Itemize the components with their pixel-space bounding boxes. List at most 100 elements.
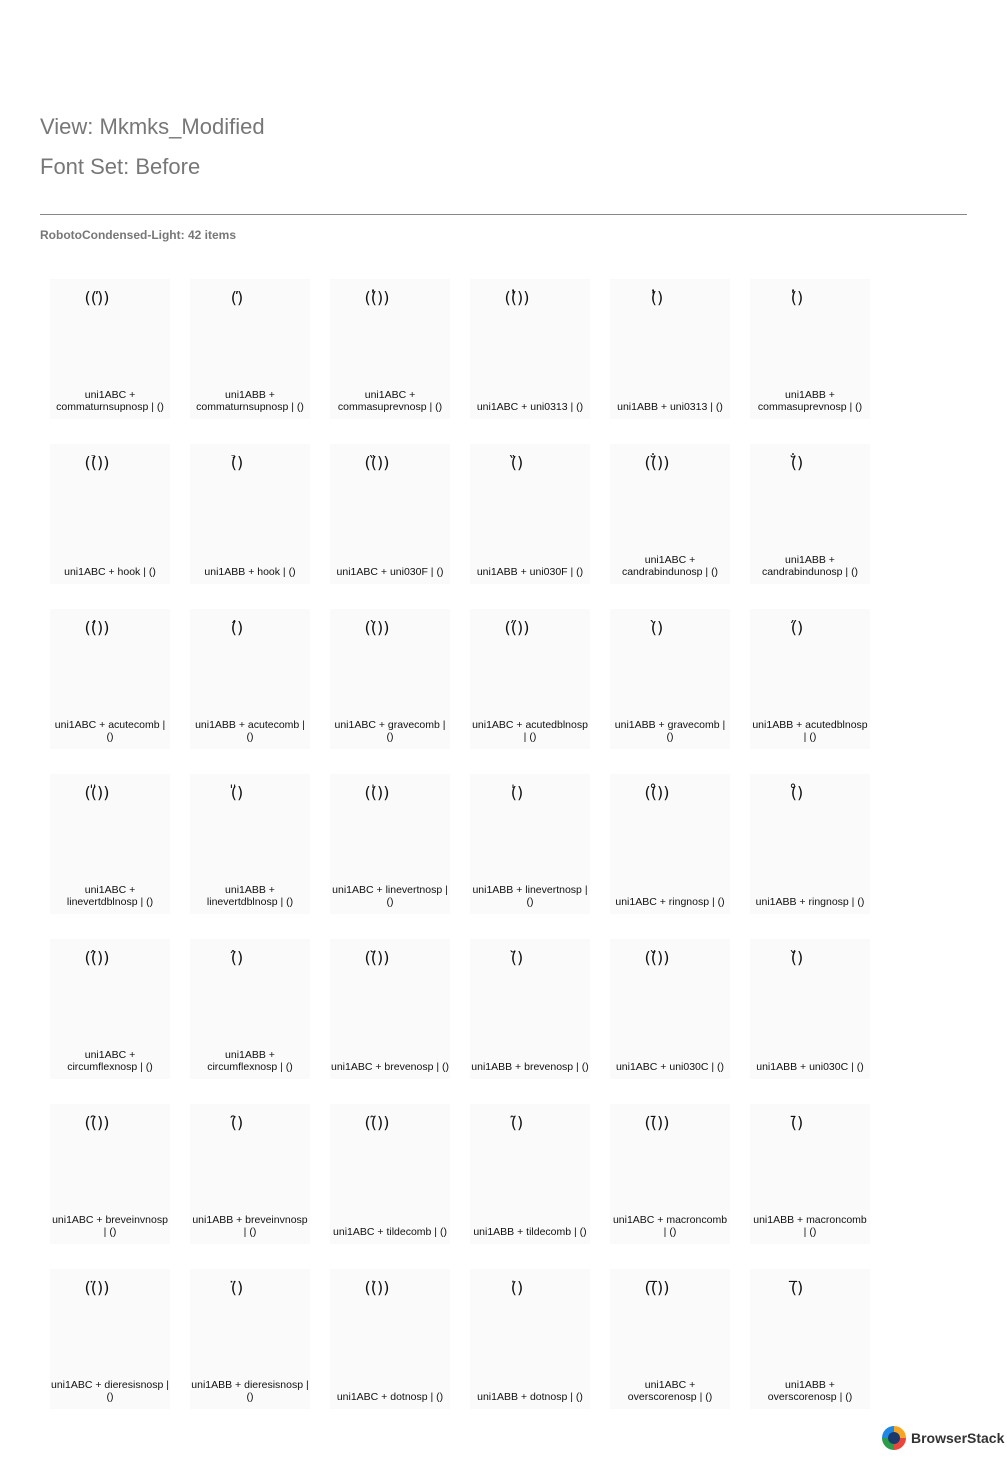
glyph-cell: ((̓)) uni1ABC + uni0313 | () [470, 279, 590, 419]
glyph-cell: (̄) uni1ABB + macroncomb | () [750, 1104, 870, 1244]
fontset-title: Font Set: Before [40, 154, 201, 179]
glyph-sample: (̃) [510, 1113, 524, 1132]
glyph-cell: ((́)) uni1ABC + acutecomb | () [50, 609, 170, 749]
view-title: View: Mkmks_Modified [40, 114, 265, 139]
glyph-cell: ((̑)) uni1ABC + breveinvnosp | () [50, 1104, 170, 1244]
glyph-sample: (́) [230, 618, 244, 637]
glyph-cell: (̔) uni1ABB + commasuprevnosp | () [750, 279, 870, 419]
glyph-label: uni1ABC + commaturnsupnosp | () [56, 389, 164, 413]
glyph-cell: ((̀)) uni1ABC + gravecomb | () [330, 609, 450, 749]
glyph-sample: ((̕)) [84, 288, 110, 307]
glyph-cell: ((̈)) uni1ABC + dieresisnosp | () [50, 1269, 170, 1409]
glyph-label: uni1ABB + acutecomb | () [195, 719, 305, 743]
glyph-sample: (̔) [790, 288, 804, 307]
glyph-cell: ((̕)) uni1ABC + commaturnsupnosp | () [50, 279, 170, 419]
glyph-sample: ((̊)) [644, 783, 670, 802]
glyph-cell: ((̄)) uni1ABC + macroncomb | () [610, 1104, 730, 1244]
glyph-sample: (̄) [790, 1113, 804, 1132]
divider [40, 214, 967, 215]
glyph-cell: (̆) uni1ABB + brevenosp | () [470, 939, 590, 1079]
glyph-cell: (̂) uni1ABB + circumflexnosp | () [190, 939, 310, 1079]
glyph-sample: (̆) [510, 948, 524, 967]
glyph-sample: (̎) [230, 783, 244, 802]
glyph-cell: ((̇)) uni1ABC + dotnosp | () [330, 1269, 450, 1409]
glyph-sample: ((̍)) [364, 783, 390, 802]
glyph-sample: ((̈)) [84, 1278, 110, 1297]
browserstack-badge[interactable]: BrowserStack [882, 1424, 1004, 1452]
glyph-label: uni1ABB + dieresisnosp | () [191, 1379, 309, 1403]
glyph-label: uni1ABB + commaturnsupnosp | () [196, 389, 304, 413]
glyph-cell: ((̐)) uni1ABC + candrabindunosp | () [610, 444, 730, 584]
glyph-label: uni1ABB + linevertdblnosp | () [206, 884, 294, 908]
glyph-label: uni1ABC + overscorenosp | () [627, 1379, 713, 1403]
glyph-label: uni1ABB + commasuprevnosp | () [757, 389, 863, 413]
glyph-cell: ((̆)) uni1ABC + brevenosp | () [330, 939, 450, 1079]
glyph-label: uni1ABC + brevenosp | () [331, 1061, 449, 1073]
glyph-label: uni1ABC + tildecomb | () [333, 1226, 447, 1238]
glyph-cell: (̀) uni1ABB + gravecomb | () [610, 609, 730, 749]
glyph-label: uni1ABC + acutedblnosp | () [472, 719, 588, 743]
glyph-cell: ((̃)) uni1ABC + tildecomb | () [330, 1104, 450, 1244]
glyph-cell: (̉) uni1ABB + hook | () [190, 444, 310, 584]
glyph-sample: (̐) [790, 453, 804, 472]
glyph-sample: ((̏)) [364, 453, 390, 472]
glyph-label: uni1ABC + acutecomb | () [54, 719, 166, 743]
glyph-cell: (̕) uni1ABB + commaturnsupnosp | () [190, 279, 310, 419]
glyph-cell: (̎) uni1ABB + linevertdblnosp | () [190, 774, 310, 914]
glyph-cell: (̌) uni1ABB + uni030C | () [750, 939, 870, 1079]
glyph-cell: ((̉)) uni1ABC + hook | () [50, 444, 170, 584]
glyph-sample: (̏) [510, 453, 524, 472]
glyph-sample: ((̌)) [644, 948, 670, 967]
glyph-sample: ((̎)) [84, 783, 110, 802]
glyph-cell: ((̍)) uni1ABC + linevertnosp | () [330, 774, 450, 914]
glyph-cell: (̇) uni1ABB + dotnosp | () [470, 1269, 590, 1409]
glyph-label: uni1ABC + breveinvnosp | () [52, 1214, 168, 1238]
glyph-label: uni1ABC + dieresisnosp | () [51, 1379, 170, 1403]
glyph-sample: ((̀)) [364, 618, 390, 637]
brand-name: BrowserStack [911, 1430, 1005, 1446]
glyph-cell: (̑) uni1ABB + breveinvnosp | () [190, 1104, 310, 1244]
glyph-sample: ((́)) [84, 618, 110, 637]
glyph-sample: ((̓)) [504, 288, 530, 307]
glyph-cell: ((̂)) uni1ABC + circumflexnosp | () [50, 939, 170, 1079]
glyph-sample: ((̉)) [84, 453, 110, 472]
glyph-sample: (̕) [230, 288, 244, 307]
glyph-cell: (̐) uni1ABB + candrabindunosp | () [750, 444, 870, 584]
glyph-label: uni1ABC + hook | () [64, 566, 156, 578]
glyph-label: uni1ABC + linevertdblnosp | () [66, 884, 154, 908]
glyph-sample: (̓) [650, 288, 664, 307]
glyph-label: uni1ABB + hook | () [204, 566, 296, 578]
glyph-sample: ((̂)) [84, 948, 110, 967]
glyph-label: uni1ABC + candrabindunosp | () [621, 554, 719, 578]
glyph-label: uni1ABC + dotnosp | () [336, 1391, 444, 1403]
glyph-label: uni1ABC + uni030F | () [336, 566, 444, 578]
section-summary: RobotoCondensed-Light: 42 items [40, 228, 236, 242]
glyph-cell: ((̅)) uni1ABC + overscorenosp | () [610, 1269, 730, 1409]
glyph-label: uni1ABB + circumflexnosp | () [207, 1049, 293, 1073]
glyph-sample: (̍) [510, 783, 524, 802]
glyph-cell: ((̎)) uni1ABC + linevertdblnosp | () [50, 774, 170, 914]
glyph-cell: (̏) uni1ABB + uni030F | () [470, 444, 590, 584]
glyph-cell: (̃) uni1ABB + tildecomb | () [470, 1104, 590, 1244]
glyph-sample: ((̃)) [364, 1113, 390, 1132]
glyph-label: uni1ABB + dotnosp | () [477, 1391, 583, 1403]
glyph-sample: ((̅)) [644, 1278, 670, 1297]
glyph-sample: (̇) [510, 1278, 524, 1297]
glyph-label: uni1ABC + circumflexnosp | () [67, 1049, 153, 1073]
glyph-cell: (̊) uni1ABB + ringnosp | () [750, 774, 870, 914]
glyph-label: uni1ABB + uni030C | () [756, 1061, 864, 1073]
glyph-cell: ((̌)) uni1ABC + uni030C | () [610, 939, 730, 1079]
glyph-label: uni1ABB + uni0313 | () [617, 401, 723, 413]
glyph-label: uni1ABB + overscorenosp | () [767, 1379, 853, 1403]
browserstack-logo-icon [882, 1426, 906, 1450]
glyph-label: uni1ABC + macroncomb | () [612, 1214, 728, 1238]
glyph-sample: (̀) [650, 618, 664, 637]
glyph-cell: (̋) uni1ABB + acutedblnosp | () [750, 609, 870, 749]
glyph-cell: (́) uni1ABB + acutecomb | () [190, 609, 310, 749]
glyph-grid: ((̕)) uni1ABC + commaturnsupnosp | () (̕) u… [50, 279, 870, 1409]
glyph-label: uni1ABB + linevertnosp | () [472, 884, 588, 908]
glyph-cell: ((̔)) uni1ABC + commasuprevnosp | () [330, 279, 450, 419]
glyph-sample: (̌) [790, 948, 804, 967]
glyph-cell: ((̋)) uni1ABC + acutedblnosp | () [470, 609, 590, 749]
glyph-label: uni1ABB + brevenosp | () [471, 1061, 589, 1073]
